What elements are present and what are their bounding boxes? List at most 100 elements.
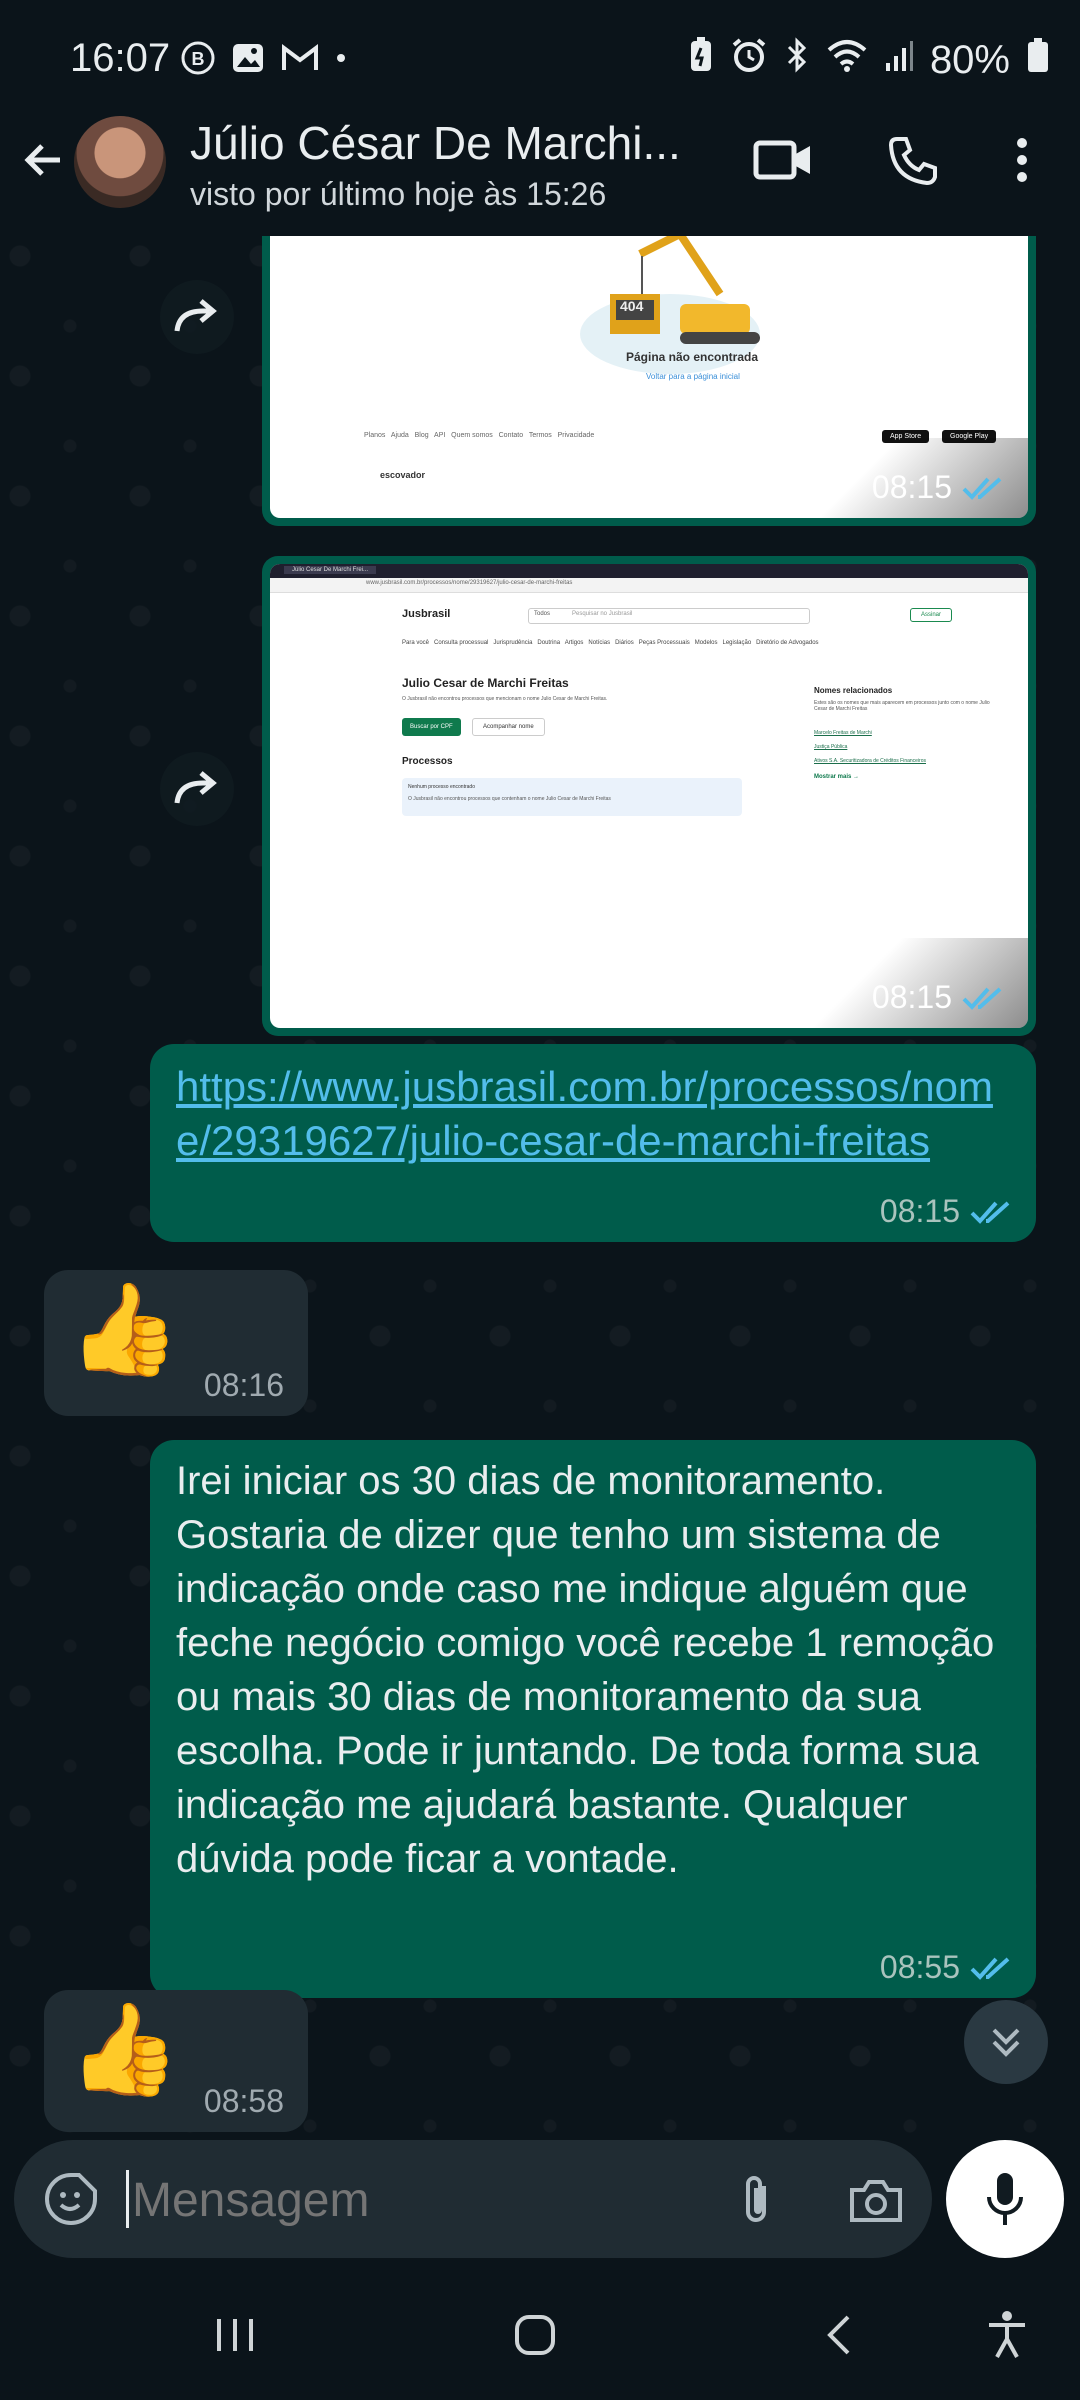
- recents-button[interactable]: [200, 2300, 270, 2370]
- forward-icon: [174, 299, 217, 332]
- phone-icon: [888, 137, 937, 186]
- site-nav: Para você Consulta processual Jurisprudê…: [402, 640, 819, 646]
- incoming-message[interactable]: 👍 08:16: [44, 1270, 308, 1416]
- accessibility-button[interactable]: [972, 2300, 1042, 2370]
- message-meta: 08:16: [204, 1367, 284, 1404]
- message-meta: 08:15: [880, 1193, 1012, 1230]
- message-time: 08:15: [871, 979, 952, 1015]
- status-time: 16:07: [70, 36, 171, 80]
- message-meta: 08:15: [872, 469, 1004, 506]
- chat-header: Júlio César De Marchi... visto por últim…: [0, 116, 1080, 236]
- notice-text: O Jusbrasil não encontrou processos que …: [408, 796, 611, 802]
- browser-tab: Júlio Cesar De Marchi Frei...: [284, 566, 377, 574]
- signal-icon: [884, 38, 914, 83]
- attach-button[interactable]: [726, 2170, 786, 2230]
- camera-icon: [850, 2180, 902, 2222]
- message-input[interactable]: [130, 2164, 694, 2236]
- paperclip-icon: [746, 2176, 766, 2222]
- related-title: Nomes relacionados: [814, 686, 893, 695]
- message-time: 08:16: [203, 1367, 284, 1403]
- person-name: Julio Cesar de Marchi Freitas: [402, 676, 569, 690]
- voice-call-button[interactable]: [880, 128, 946, 194]
- message-meta: 08:15: [872, 979, 1004, 1016]
- last-seen-status: visto por último hoje às 15:26: [190, 176, 607, 212]
- related-name: Ativos S.A. Securitizadora de Créditos F…: [814, 758, 926, 764]
- scroll-to-bottom-button[interactable]: [964, 2000, 1048, 2084]
- back-nav-button[interactable]: [804, 2300, 874, 2370]
- related-name: Marcelo Freitas de Marchi: [814, 730, 872, 736]
- camera-button[interactable]: [844, 2170, 908, 2230]
- svg-text:B: B: [192, 49, 205, 69]
- notice-title: Nenhum processo encontrado: [408, 784, 475, 790]
- follow-name-button: Acompanhar nome: [472, 718, 545, 736]
- outgoing-message[interactable]: Irei iniciar os 30 dias de monitoramento…: [150, 1440, 1036, 1998]
- wifi-icon: [826, 37, 868, 83]
- image-thumbnail[interactable]: Júlio Cesar De Marchi Frei... www.jusbra…: [270, 564, 1028, 1028]
- arrow-back-icon: [24, 144, 60, 176]
- read-ticks-icon: [962, 477, 1002, 500]
- gmail-icon: [280, 40, 320, 81]
- battery-percentage: 80%: [929, 37, 1010, 82]
- error-code: 404: [620, 298, 644, 314]
- voice-message-button[interactable]: [946, 2140, 1064, 2258]
- dot-icon: [334, 51, 348, 70]
- emoji-button[interactable]: [40, 2168, 102, 2230]
- footer-links: Planos Ajuda Blog API Quem somos Contato…: [364, 432, 595, 439]
- message-link[interactable]: https://www.jusbrasil.com.br/processos/n…: [176, 1063, 993, 1164]
- browser-tabbar: [270, 564, 1028, 578]
- sticker-emoji-icon: [45, 2173, 97, 2225]
- avatar[interactable]: [74, 116, 166, 208]
- bluetooth-icon: [784, 36, 810, 84]
- show-more-link: Mostrar mais →: [814, 774, 860, 780]
- text-cursor: [126, 2170, 129, 2228]
- incoming-message[interactable]: 👍 08:58: [44, 1990, 308, 2132]
- b-circle-icon: B: [180, 40, 216, 81]
- forward-button[interactable]: [160, 280, 234, 354]
- gallery-icon: [230, 40, 266, 81]
- image-thumbnail[interactable]: 404 Página não encontrada Voltar para a …: [270, 236, 1028, 518]
- contact-name[interactable]: Júlio César De Marchi...: [190, 116, 681, 170]
- read-ticks-icon: [970, 1201, 1010, 1224]
- accessibility-icon: [989, 2311, 1025, 2358]
- read-ticks-icon: [962, 987, 1002, 1010]
- image-message[interactable]: 404 Página não encontrada Voltar para a …: [262, 236, 1036, 526]
- more-options-button[interactable]: [1000, 130, 1044, 190]
- page-title: Página não encontrada: [626, 350, 759, 364]
- video-call-button[interactable]: [748, 130, 818, 190]
- search-box: [528, 608, 810, 624]
- message-time: 08:58: [203, 2083, 284, 2119]
- brand: escovador: [380, 470, 426, 480]
- image-message[interactable]: Júlio Cesar De Marchi Frei... www.jusbra…: [262, 556, 1036, 1036]
- forward-icon: [174, 771, 217, 804]
- status-bar: 16:07 B 80%: [0, 0, 1080, 116]
- forward-button[interactable]: [160, 752, 234, 826]
- search-select: Todos: [534, 611, 551, 617]
- section-title: Processos: [402, 756, 453, 767]
- message-meta: 08:58: [204, 2083, 284, 2120]
- microphone-icon: [987, 2173, 1023, 2225]
- message-meta: 08:55: [880, 1949, 1012, 1986]
- jusbrasil-logo: Jusbrasil: [402, 608, 451, 620]
- chat-area[interactable]: 404 Página não encontrada Voltar para a …: [0, 236, 1080, 2136]
- person-subtitle: O Jusbrasil não encontrou processos que …: [402, 696, 608, 702]
- back-button[interactable]: [14, 130, 74, 190]
- outgoing-message[interactable]: https://www.jusbrasil.com.br/processos/n…: [150, 1044, 1036, 1242]
- battery-icon: [1026, 36, 1050, 84]
- notification-icons: B: [180, 40, 348, 81]
- search-cpf-button: Buscar por CPF: [402, 718, 461, 736]
- related-name: Justiça Pública: [814, 744, 848, 750]
- message-time: 08:55: [879, 1949, 960, 1985]
- chevron-left-icon: [827, 2315, 850, 2355]
- home-icon: [515, 2315, 555, 2355]
- search-placeholder: Pesquisar no Jusbrasil: [572, 611, 633, 617]
- thumbs-up-emoji: 👍: [68, 2000, 181, 2100]
- message-time: 08:15: [871, 469, 952, 505]
- message-composer: [14, 2140, 932, 2258]
- message-text: Irei iniciar os 30 dias de monitoramento…: [176, 1459, 995, 1881]
- more-vert-icon: [1017, 138, 1027, 182]
- browser-url: www.jusbrasil.com.br/processos/nome/2931…: [366, 580, 573, 586]
- read-ticks-icon: [970, 1957, 1010, 1980]
- recents-icon: [217, 2319, 253, 2351]
- message-time: 08:15: [879, 1193, 960, 1229]
- home-button[interactable]: [500, 2300, 570, 2370]
